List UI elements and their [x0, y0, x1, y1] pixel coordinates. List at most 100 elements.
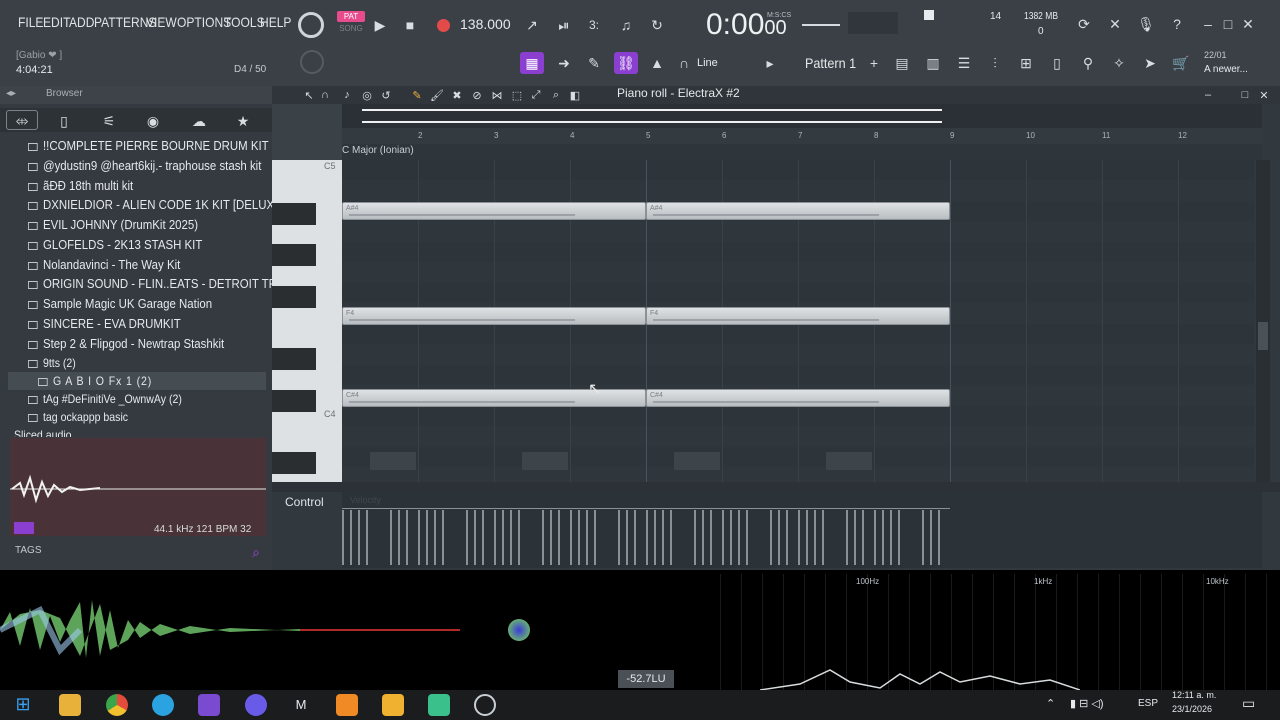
tray-chevron-icon[interactable]: ⌃: [1046, 697, 1055, 710]
note[interactable]: F4: [342, 307, 646, 325]
snap-select[interactable]: Line: [697, 57, 718, 69]
velocity-stem[interactable]: [466, 510, 468, 565]
velocity-stem[interactable]: [390, 510, 392, 565]
velocity-stem[interactable]: [746, 510, 748, 565]
plugins-tab-icon[interactable]: ⚟: [97, 110, 121, 132]
news-text[interactable]: A newer...: [1204, 64, 1248, 75]
list-item[interactable]: Sliced audio: [14, 425, 72, 437]
browser-nav-icon[interactable]: ◂▸: [6, 88, 16, 99]
microphone-icon[interactable]: 🎙: [1134, 13, 1158, 35]
mixer-icon[interactable]: ☰: [952, 52, 976, 74]
velocity-stem[interactable]: [434, 510, 436, 565]
sounds-tab-icon[interactable]: ◉: [141, 110, 165, 132]
search-icon[interactable]: ⌕: [244, 541, 268, 563]
velocity-stem[interactable]: [542, 510, 544, 565]
velocity-stem[interactable]: [626, 510, 628, 565]
velocity-stem[interactable]: [654, 510, 656, 565]
black-key[interactable]: [272, 244, 316, 266]
velocity-stem[interactable]: [550, 510, 552, 565]
velocity-stem[interactable]: [722, 510, 724, 565]
list-item[interactable]: ãÐÐ 18th multi kit: [28, 176, 133, 196]
velocity-stem[interactable]: [670, 510, 672, 565]
note[interactable]: F4: [646, 307, 950, 325]
list-item[interactable]: tag ockappp basic: [28, 407, 128, 427]
velocity-stem[interactable]: [814, 510, 816, 565]
velocity-stem[interactable]: [342, 510, 344, 565]
note[interactable]: C#4: [646, 389, 950, 407]
velocity-stem[interactable]: [854, 510, 856, 565]
list-item[interactable]: @ydustin9 @heart6kij.- traphouse stash k…: [28, 156, 261, 176]
velocity-stem[interactable]: [494, 510, 496, 565]
telegram-icon[interactable]: [152, 694, 174, 716]
splitter[interactable]: [272, 482, 1280, 492]
velocity-stem[interactable]: [882, 510, 884, 565]
velocity-stem[interactable]: [510, 510, 512, 565]
piano-roll-icon[interactable]: ▦: [520, 52, 544, 74]
velocity-stem[interactable]: [822, 510, 824, 565]
note[interactable]: A#4: [646, 202, 950, 220]
file-explorer-icon[interactable]: [59, 694, 81, 716]
midi-icon[interactable]: ✕: [1103, 13, 1127, 35]
menu-help[interactable]: HELP: [260, 14, 291, 30]
velocity-stem[interactable]: [558, 510, 560, 565]
stamp-icon[interactable]: ▲: [645, 52, 669, 74]
velocity-stem[interactable]: [694, 510, 696, 565]
channel-rack-icon[interactable]: ▥: [921, 52, 945, 74]
black-key[interactable]: [272, 348, 316, 370]
list-item[interactable]: DXNIELDIOR - ALIEN CODE 1K KIT [DELUXE]: [28, 195, 285, 215]
velocity-stem[interactable]: [586, 510, 588, 565]
add-pattern-icon[interactable]: +: [862, 52, 886, 74]
velocity-stem[interactable]: [442, 510, 444, 565]
velocity-stem[interactable]: [518, 510, 520, 565]
velocity-stem[interactable]: [350, 510, 352, 565]
refresh-icon[interactable]: ⟳: [1072, 13, 1096, 35]
velocity-stem[interactable]: [922, 510, 924, 565]
list-item[interactable]: 9tts (2): [28, 353, 76, 373]
cart-icon[interactable]: 🛒: [1169, 52, 1193, 74]
loop-record-icon[interactable]: ↻: [645, 14, 669, 36]
velocity-stem[interactable]: [634, 510, 636, 565]
black-key[interactable]: [272, 286, 316, 308]
control-label[interactable]: Control: [285, 495, 324, 509]
velocity-stem[interactable]: [618, 510, 620, 565]
menu-add[interactable]: ADD: [69, 14, 94, 30]
play-pattern-icon[interactable]: ▸: [758, 52, 782, 74]
arrow-right-icon[interactable]: ➜: [552, 52, 576, 74]
app-m-icon[interactable]: M: [290, 694, 312, 716]
menu-tools[interactable]: TOOLS: [224, 14, 265, 30]
fl-studio-icon[interactable]: [336, 694, 358, 716]
velocity-stem[interactable]: [738, 510, 740, 565]
velocity-stem[interactable]: [594, 510, 596, 565]
app-icon-2[interactable]: [382, 694, 404, 716]
velocity-stem[interactable]: [702, 510, 704, 565]
zoom-corner[interactable]: [272, 104, 342, 160]
velocity-stem[interactable]: [862, 510, 864, 565]
scrollbar-thumb[interactable]: [1258, 322, 1268, 350]
language-indicator[interactable]: ESP: [1138, 698, 1158, 709]
list-item[interactable]: ORIGIN SOUND - FLIN..EATS - DETROIT TRAP: [28, 274, 292, 294]
velocity-stem[interactable]: [806, 510, 808, 565]
messenger-icon[interactable]: [245, 694, 267, 716]
velocity-stem[interactable]: [578, 510, 580, 565]
pattern-select[interactable]: Pattern 1: [805, 55, 856, 71]
playlist-icon[interactable]: ▤: [890, 52, 914, 74]
pencil-icon[interactable]: ✎: [582, 52, 606, 74]
chrome-icon[interactable]: [106, 694, 128, 716]
velocity-stem[interactable]: [418, 510, 420, 565]
velocity-stem[interactable]: [930, 510, 932, 565]
velocity-stem[interactable]: [786, 510, 788, 565]
velocity-stem[interactable]: [662, 510, 664, 565]
app-icon-4[interactable]: [474, 694, 496, 716]
velocity-stem[interactable]: [646, 510, 648, 565]
file-icon[interactable]: ▯: [1045, 52, 1069, 74]
record-icon[interactable]: [431, 14, 455, 36]
close-icon[interactable]: ✕: [1236, 13, 1260, 35]
velocity-stem[interactable]: [898, 510, 900, 565]
velocity-stem[interactable]: [502, 510, 504, 565]
velocity-stem[interactable]: [846, 510, 848, 565]
metronome-icon[interactable]: ↗: [520, 14, 544, 36]
velocity-stem[interactable]: [938, 510, 940, 565]
velocity-stem[interactable]: [730, 510, 732, 565]
list-item[interactable]: !!COMPLETE PIERRE BOURNE DRUM KIT: [28, 136, 269, 156]
favorites-tab-icon[interactable]: ★: [231, 110, 255, 132]
